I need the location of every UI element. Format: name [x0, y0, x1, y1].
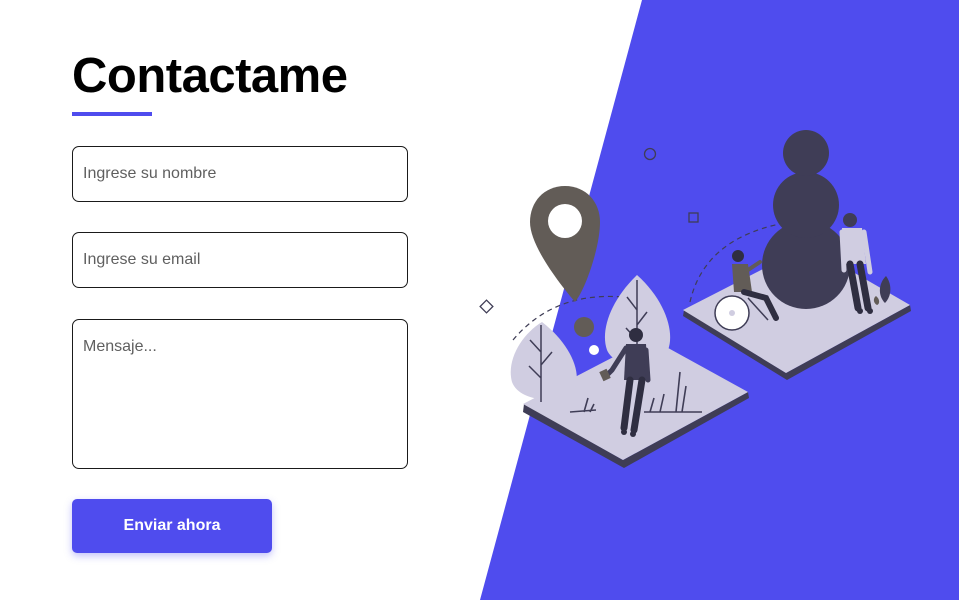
message-textarea[interactable] [72, 319, 408, 469]
name-input[interactable] [72, 146, 408, 202]
decor-square [688, 212, 699, 223]
submit-button[interactable]: Enviar ahora [72, 499, 272, 553]
stacked-blob [762, 130, 850, 309]
location-people-illustration [479, 130, 911, 468]
email-input[interactable] [72, 232, 408, 288]
decor-diamond [479, 299, 494, 314]
leaf-left [510, 322, 577, 402]
title-underline [72, 112, 152, 116]
page-title: Contactame [72, 49, 348, 103]
decor-circle [643, 147, 657, 161]
contact-form: Contactame Enviar ahora [72, 48, 412, 553]
